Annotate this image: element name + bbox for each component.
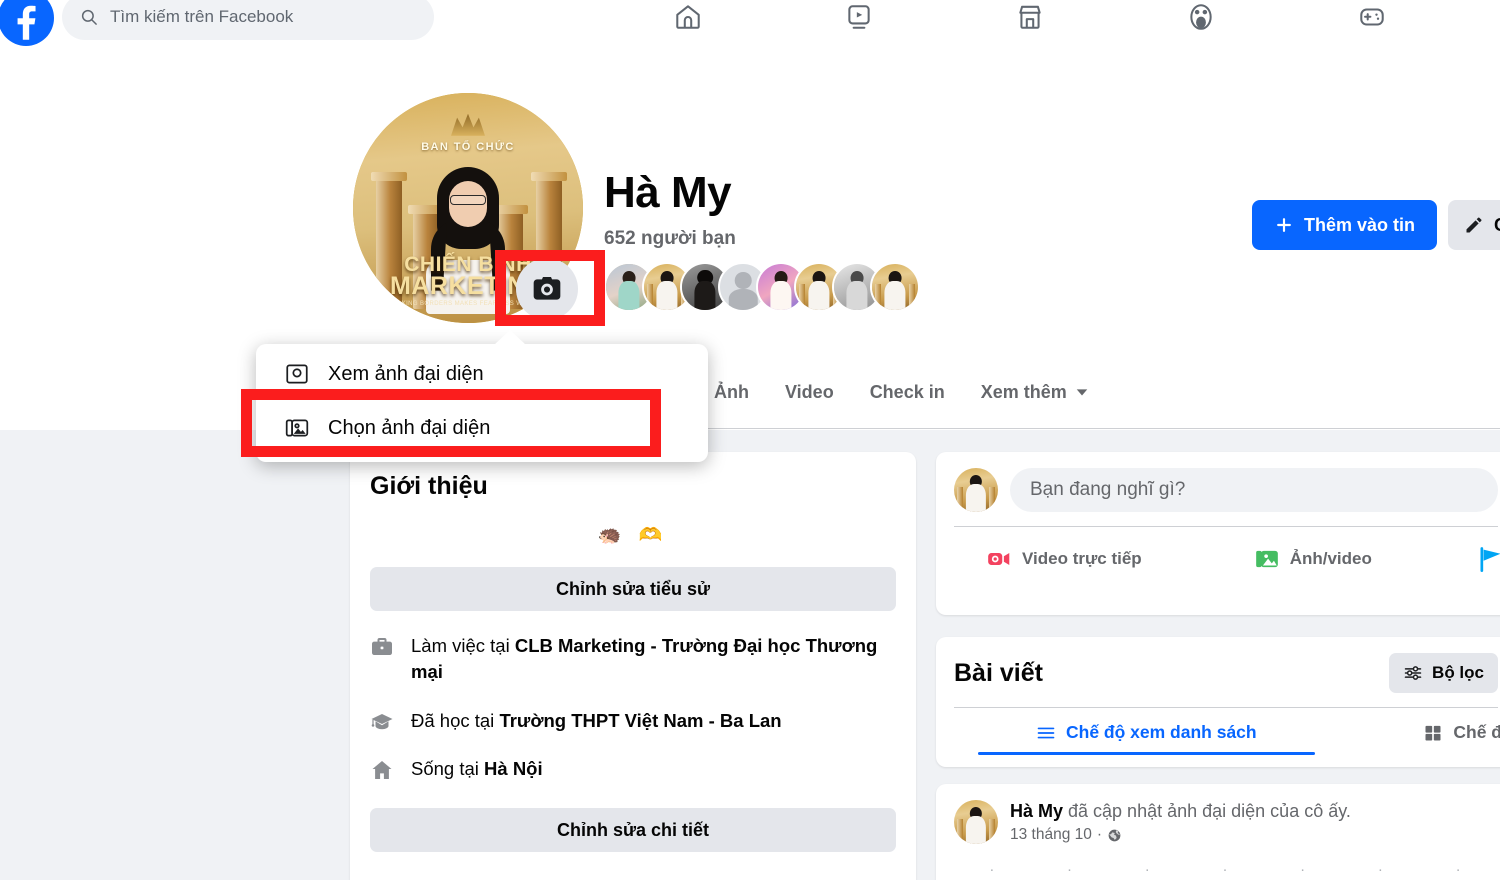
view-photo-icon <box>286 364 308 384</box>
nav-home-button[interactable] <box>660 0 716 40</box>
education-prefix: Đã học tại <box>411 709 500 731</box>
intro-bio-emojis: 🦔 🫶 <box>597 525 669 546</box>
education-value[interactable]: Trường THPT Việt Nam - Ba Lan <box>499 710 781 731</box>
info-row-education: Đã học tại Trường THPT Việt Nam - Ba Lan <box>370 708 896 734</box>
friend-avatar[interactable] <box>870 262 920 312</box>
composer-divider <box>954 526 1498 527</box>
globe-icon[interactable] <box>1107 828 1122 843</box>
search-icon <box>81 9 97 25</box>
nav-gaming-button[interactable] <box>1344 0 1400 40</box>
gaming-icon <box>1360 8 1384 26</box>
avatar-context-menu: Xem ảnh đại diện Chọn ảnh đại diện <box>256 330 708 462</box>
add-to-story-label: Thêm vào tin <box>1304 214 1416 235</box>
composer-live-video-button[interactable]: Video trực tiếp <box>972 538 1156 580</box>
post-entry: Hà My đã cập nhật ảnh đại diện của cô ấy… <box>936 784 1500 880</box>
composer-placeholder: Bạn đang nghĩ gì? <box>1030 479 1186 500</box>
post-placeholder-dots: · · · · · · · <box>989 861 1463 878</box>
camera-icon <box>533 277 561 300</box>
post-action-text: đã cập nhật ảnh đại diện của cô ấy. <box>1063 801 1351 821</box>
marketplace-icon <box>1019 5 1041 29</box>
graduation-cap-icon <box>371 713 393 729</box>
post-date[interactable]: 13 tháng 10 <box>1010 826 1092 844</box>
info-row-education-text: Đã học tại Trường THPT Việt Nam - Ba Lan <box>411 708 782 734</box>
tab-more-label: Xem thêm <box>980 381 1067 402</box>
grid-icon <box>1425 725 1441 740</box>
menu-item-choose-photo-label: Chọn ảnh đại diện <box>328 416 491 439</box>
info-row-work-text: Làm việc tại CLB Marketing - Trường Đại … <box>411 633 896 686</box>
pencil-icon <box>1466 217 1482 233</box>
post-author-avatar[interactable] <box>954 800 998 844</box>
intro-card: Giới thiệu 🦔 🫶 Chỉnh sửa tiểu sử Làm việ… <box>350 452 916 880</box>
home-filled-icon <box>372 760 392 779</box>
posts-filter-label: Bộ lọc <box>1432 663 1484 682</box>
composer-photo-video-label: Ảnh/video <box>1289 549 1372 568</box>
photo-video-icon <box>1255 550 1278 568</box>
plus-icon <box>1277 218 1291 232</box>
friend-count-label[interactable]: 652 người bạn <box>604 228 736 250</box>
menu-item-view-photo[interactable]: Xem ảnh đại diện <box>264 350 700 398</box>
tab-grid-view[interactable]: Chế đ <box>1413 708 1500 755</box>
tab-videos-label: Video <box>785 381 834 402</box>
tab-photos-label: Ảnh <box>714 381 749 402</box>
avatar-banner-text: BAN TỔ CHỨC <box>421 141 515 154</box>
tab-checkin-label: Check in <box>869 381 945 402</box>
profile-name-block: Hà My 652 người bạn <box>604 168 736 250</box>
tab-list-view-label: Chế độ xem danh sách <box>1066 722 1257 742</box>
home-icon <box>676 5 700 29</box>
work-prefix: Làm việc tại <box>411 635 515 656</box>
friend-avatar-list[interactable] <box>604 262 920 312</box>
post-meta: 13 tháng 10 · <box>1010 826 1351 844</box>
tab-list-view[interactable]: Chế độ xem danh sách <box>978 708 1315 755</box>
posts-card: Bài viết Bộ lọc Chế độ xem danh sách Chế… <box>936 637 1500 767</box>
info-row-location-text: Sống tại Hà Nội <box>411 756 543 782</box>
nav-marketplace-button[interactable] <box>1002 0 1058 40</box>
main-nav-icons <box>660 0 1400 40</box>
tab-checkin[interactable]: Check in <box>852 368 963 416</box>
edit-details-button[interactable]: Chỉnh sửa chi tiết <box>370 808 896 853</box>
post-separator: · <box>1096 826 1103 844</box>
change-avatar-camera-button[interactable] <box>516 258 578 320</box>
nav-video-button[interactable] <box>831 0 887 40</box>
location-value[interactable]: Hà Nội <box>484 758 543 779</box>
info-row-work: Làm việc tại CLB Marketing - Trường Đại … <box>370 633 896 686</box>
menu-item-choose-photo[interactable]: Chọn ảnh đại diện <box>264 404 700 452</box>
page-title: Hà My <box>604 168 732 217</box>
search-input[interactable]: Tìm kiếm trên Facebook <box>62 0 434 40</box>
intro-title: Giới thiệu <box>370 472 488 500</box>
posts-filter-button[interactable]: Bộ lọc <box>1389 653 1498 693</box>
composer-life-event-button[interactable] <box>1462 537 1500 581</box>
tab-grid-view-label: Chế đ <box>1453 722 1500 742</box>
edit-profile-label: C <box>1494 215 1500 236</box>
top-navigation-bar: Tìm kiếm trên Facebook <box>0 0 1500 46</box>
post-author-name[interactable]: Hà My <box>1010 801 1063 821</box>
edit-profile-button[interactable]: C <box>1448 200 1500 250</box>
composer-user-avatar[interactable] <box>954 468 998 512</box>
composer-photo-video-button[interactable]: Ảnh/video <box>1240 538 1386 580</box>
tab-videos[interactable]: Video <box>767 368 852 416</box>
groups-icon <box>1190 4 1212 30</box>
facebook-logo-icon[interactable] <box>0 0 54 46</box>
search-placeholder: Tìm kiếm trên Facebook <box>110 7 294 26</box>
filter-icon <box>1404 666 1422 680</box>
choose-photo-icon <box>285 419 309 437</box>
list-icon <box>1037 727 1055 738</box>
composer-live-video-label: Video trực tiếp <box>1022 549 1142 568</box>
composer-input[interactable]: Bạn đang nghĩ gì? <box>1010 468 1498 512</box>
menu-item-view-photo-label: Xem ảnh đại diện <box>328 362 484 385</box>
add-to-story-button[interactable]: Thêm vào tin <box>1252 200 1438 250</box>
post-author-line: Hà My đã cập nhật ảnh đại diện của cô ấy… <box>1010 800 1351 823</box>
posts-title: Bài viết <box>954 658 1043 687</box>
life-event-flag-icon <box>1480 547 1500 573</box>
location-prefix: Sống tại <box>411 757 485 779</box>
live-video-icon <box>988 553 1010 565</box>
tab-more[interactable]: Xem thêm <box>963 368 1107 416</box>
briefcase-icon <box>372 638 392 655</box>
edit-bio-button[interactable]: Chỉnh sửa tiểu sử <box>370 567 896 611</box>
nav-groups-button[interactable] <box>1173 0 1229 40</box>
video-icon <box>848 5 870 29</box>
post-composer-card: Bạn đang nghĩ gì? Video trực tiếp Ảnh/vi… <box>936 452 1500 615</box>
info-row-location: Sống tại Hà Nội <box>370 756 896 782</box>
chevron-down-icon <box>1076 389 1087 396</box>
